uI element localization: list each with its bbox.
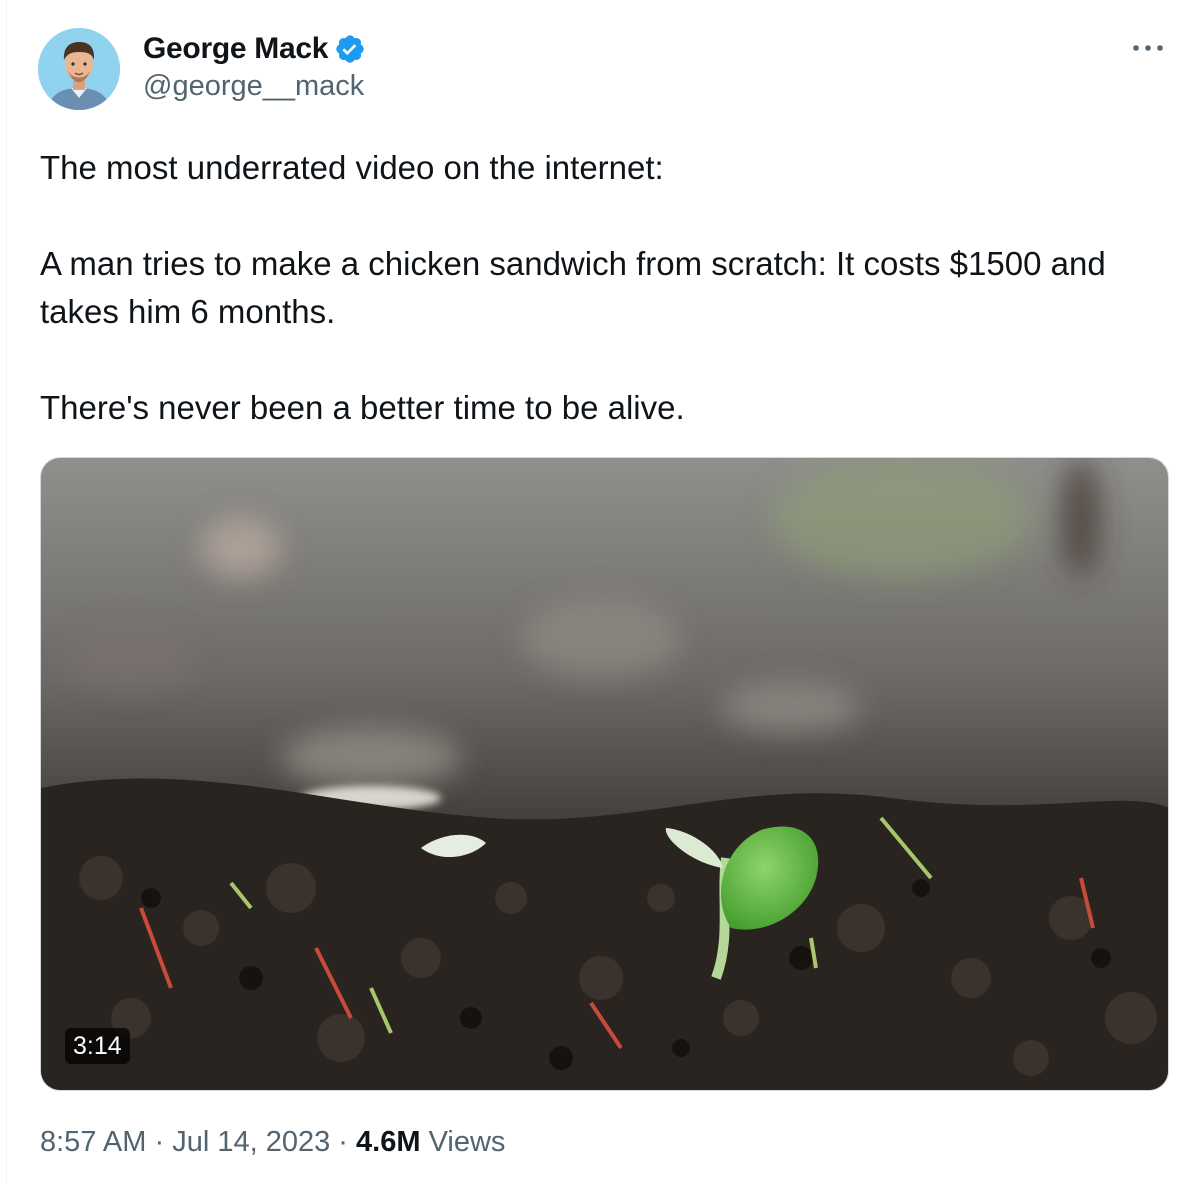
tweet-paragraph-2: A man tries to make a chicken sandwich f… (40, 245, 1106, 330)
video-player[interactable]: 3:14 (40, 457, 1169, 1091)
author-names: George Mack @george__mack (143, 30, 366, 103)
video-duration: 3:14 (65, 1028, 130, 1064)
meta-separator: · (154, 1126, 165, 1158)
tweet-time[interactable]: 8:57 AM (40, 1126, 146, 1158)
tweet-text: The most underrated video on the interne… (40, 144, 1160, 432)
tweet-header: George Mack @george__mack (38, 28, 1174, 110)
display-name[interactable]: George Mack (143, 32, 328, 66)
verified-badge-icon[interactable] (334, 33, 366, 65)
avatar[interactable] (38, 28, 120, 110)
tweet-date[interactable]: Jul 14, 2023 (172, 1126, 330, 1158)
display-name-row: George Mack (143, 30, 366, 68)
author-handle[interactable]: @george__mack (143, 70, 366, 103)
views-label: Views (428, 1126, 506, 1158)
meta-separator-2: · (338, 1126, 348, 1158)
tweet-meta: 8:57 AM · Jul 14, 2023 · 4.6M Views (40, 1126, 505, 1159)
tweet-paragraph-1: The most underrated video on the interne… (40, 149, 664, 186)
tweet-paragraph-3: There's never been a better time to be a… (40, 389, 685, 426)
avatar-portrait-image (38, 28, 120, 110)
more-options-icon[interactable] (1130, 32, 1166, 62)
video-thumbnail (41, 458, 1168, 1090)
views-count: 4.6M (356, 1126, 421, 1158)
timeline-left-border (6, 0, 7, 1184)
